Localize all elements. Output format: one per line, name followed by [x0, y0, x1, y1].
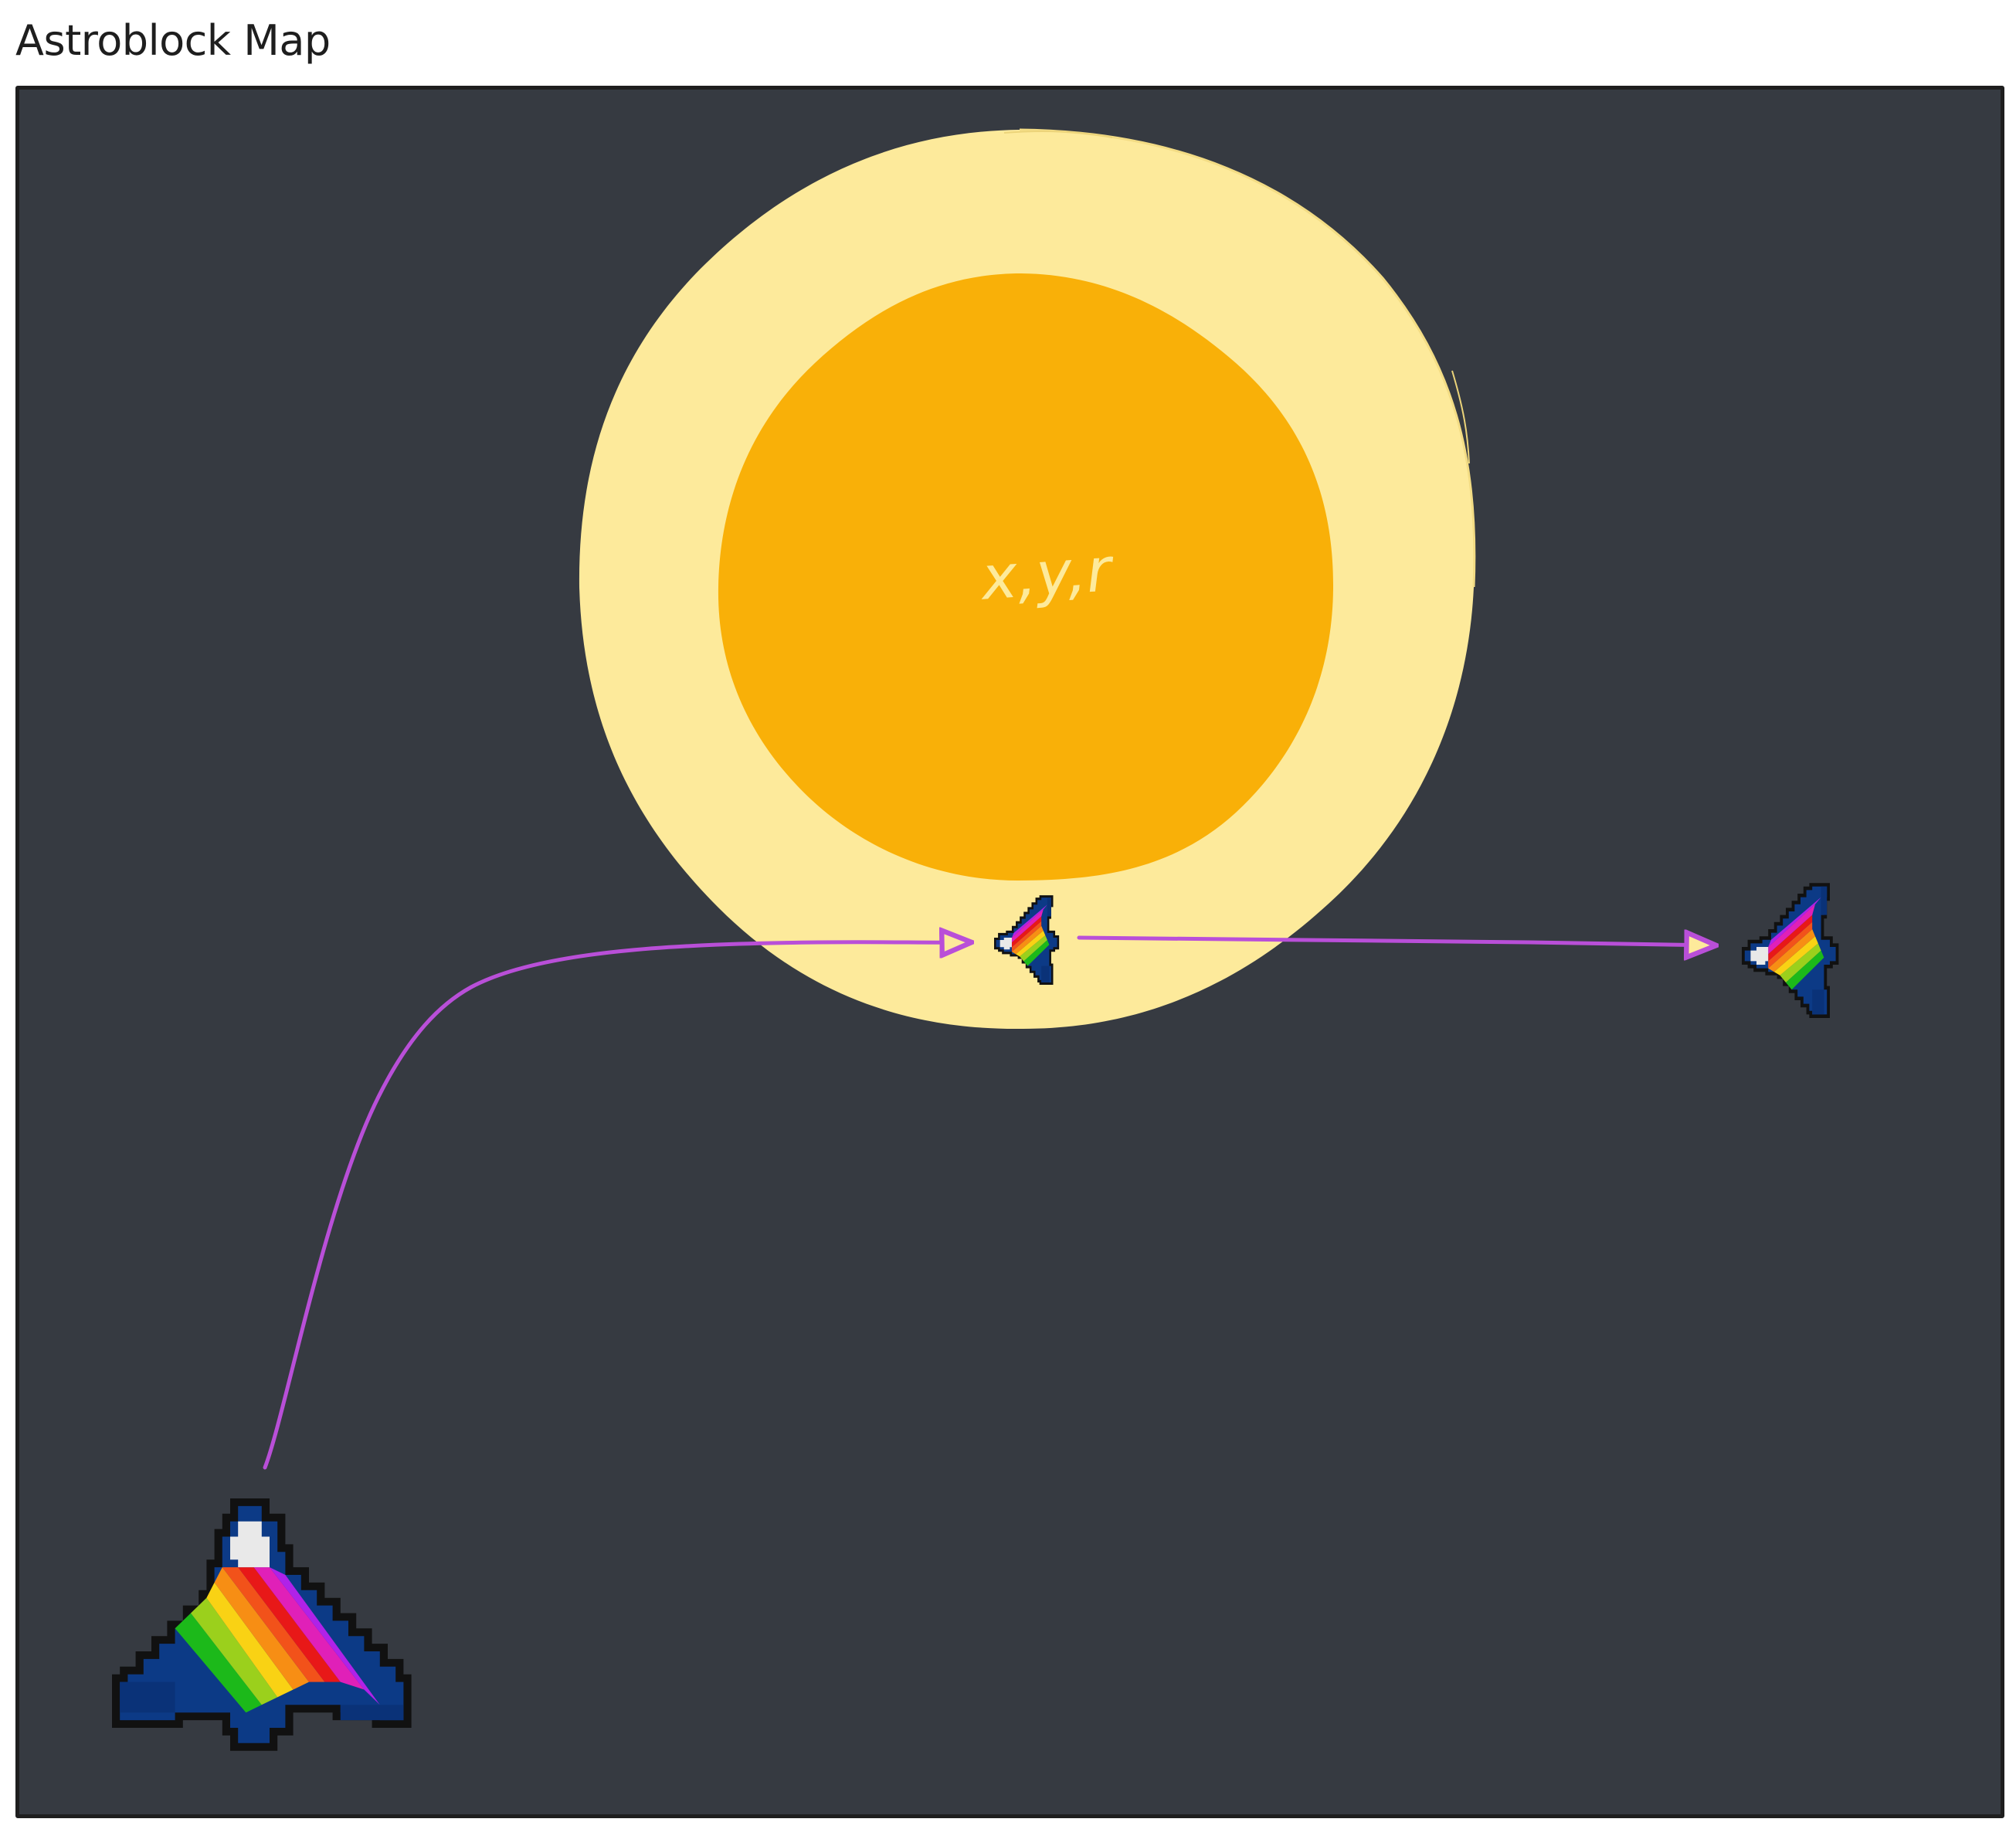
map-canvas[interactable] — [15, 86, 2004, 1818]
page-title: Astroblock Map — [15, 16, 331, 65]
